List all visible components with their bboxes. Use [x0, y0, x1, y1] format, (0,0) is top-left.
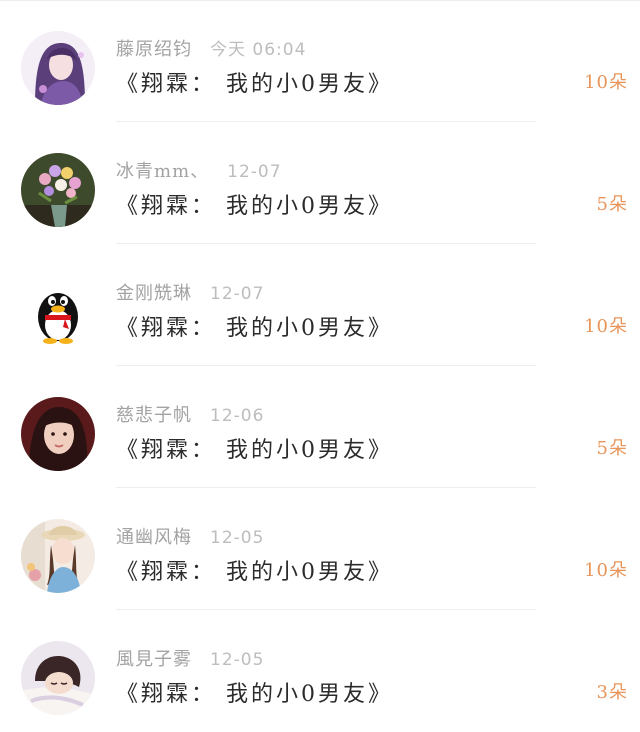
woman-portrait-avatar[interactable] — [21, 397, 95, 471]
book-title[interactable]: 《翔霖： 我的小0男友》 — [116, 432, 393, 464]
sender-meta: 慈悲子帆 12-06 — [116, 401, 264, 427]
book-title[interactable]: 《翔霖： 我的小0男友》 — [116, 188, 393, 220]
flower-count: 10朵 — [584, 316, 628, 337]
timestamp: 12-07 — [227, 162, 282, 182]
list-item[interactable]: 風見子雾 12-05 《翔霖： 我的小0男友》 3朵 — [0, 610, 640, 732]
book-title[interactable]: 《翔霖： 我的小0男友》 — [116, 676, 393, 708]
book-title[interactable]: 《翔霖： 我的小0男友》 — [116, 554, 393, 586]
sender-meta: 冰青mm、 12-07 — [116, 157, 282, 183]
list-item[interactable]: 通幽风梅 12-05 《翔霖： 我的小0男友》 10朵 — [0, 488, 640, 610]
list-item[interactable]: 藤原绍钧 今天 06:04 《翔霖： 我的小0男友》 10朵 — [0, 0, 640, 122]
anime-girl-avatar[interactable] — [21, 31, 95, 105]
sender-name[interactable]: 風見子雾 — [116, 649, 192, 670]
sleeping-girl-avatar[interactable] — [21, 641, 95, 715]
timestamp: 12-07 — [210, 284, 265, 304]
book-title[interactable]: 《翔霖： 我的小0男友》 — [116, 66, 393, 98]
sender-name[interactable]: 藤原绍钧 — [116, 39, 192, 60]
sender-name[interactable]: 通幽风梅 — [116, 527, 192, 548]
list-item[interactable]: 慈悲子帆 12-06 《翔霖： 我的小0男友》 5朵 — [0, 366, 640, 488]
sender-meta: 通幽风梅 12-05 — [116, 523, 264, 549]
sender-meta: 藤原绍钧 今天 06:04 — [116, 35, 306, 61]
flower-count: 5朵 — [596, 194, 628, 215]
girl-with-hat-avatar[interactable] — [21, 519, 95, 593]
list-item[interactable]: 冰青mm、 12-07 《翔霖： 我的小0男友》 5朵 — [0, 122, 640, 244]
sender-name[interactable]: 慈悲子帆 — [116, 405, 192, 426]
flower-count: 10朵 — [584, 72, 628, 93]
timestamp: 12-05 — [210, 528, 265, 548]
timestamp: 12-05 — [210, 650, 265, 670]
qq-penguin-avatar[interactable] — [21, 275, 95, 349]
timestamp: 12-06 — [210, 406, 265, 426]
list-item[interactable]: 金刚兟琳 12-07 《翔霖： 我的小0男友》 10朵 — [0, 244, 640, 366]
flower-count: 5朵 — [596, 438, 628, 459]
flower-count: 10朵 — [584, 560, 628, 581]
sender-meta: 風見子雾 12-05 — [116, 645, 264, 671]
flower-count: 3朵 — [596, 682, 628, 703]
sender-name[interactable]: 金刚兟琳 — [116, 283, 192, 304]
sender-meta: 金刚兟琳 12-07 — [116, 279, 264, 305]
sender-name[interactable]: 冰青mm、 — [116, 161, 209, 182]
flower-bouquet-avatar[interactable] — [21, 153, 95, 227]
book-title[interactable]: 《翔霖： 我的小0男友》 — [116, 310, 393, 342]
timestamp: 今天 06:04 — [210, 40, 307, 60]
